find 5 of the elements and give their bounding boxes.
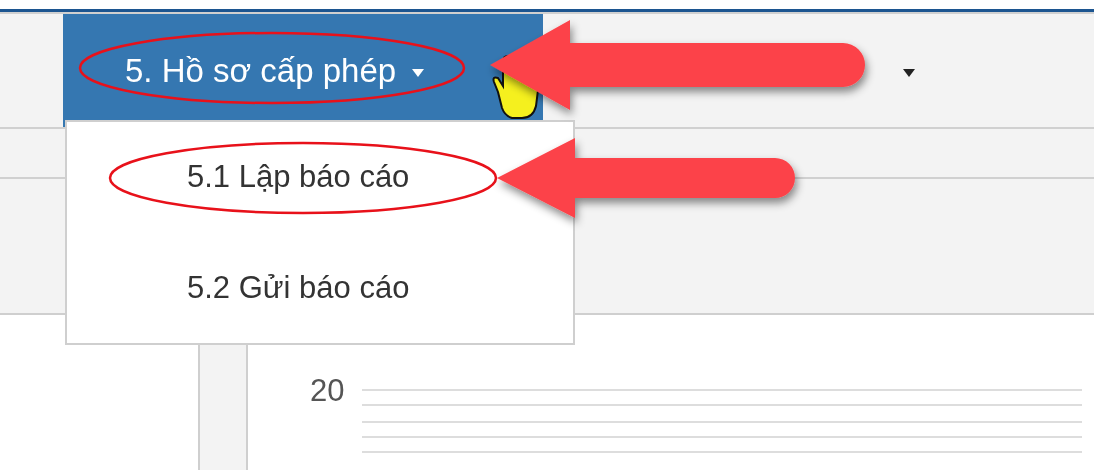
caret-icon bbox=[903, 68, 915, 77]
dropdown-item[interactable]: 5.1 Lập báo cáo bbox=[187, 159, 410, 196]
dropdown-item[interactable]: 5.2 Gửi báo cáo bbox=[187, 269, 410, 306]
axis-label: 20 bbox=[310, 375, 345, 406]
caret-icon bbox=[412, 68, 425, 77]
